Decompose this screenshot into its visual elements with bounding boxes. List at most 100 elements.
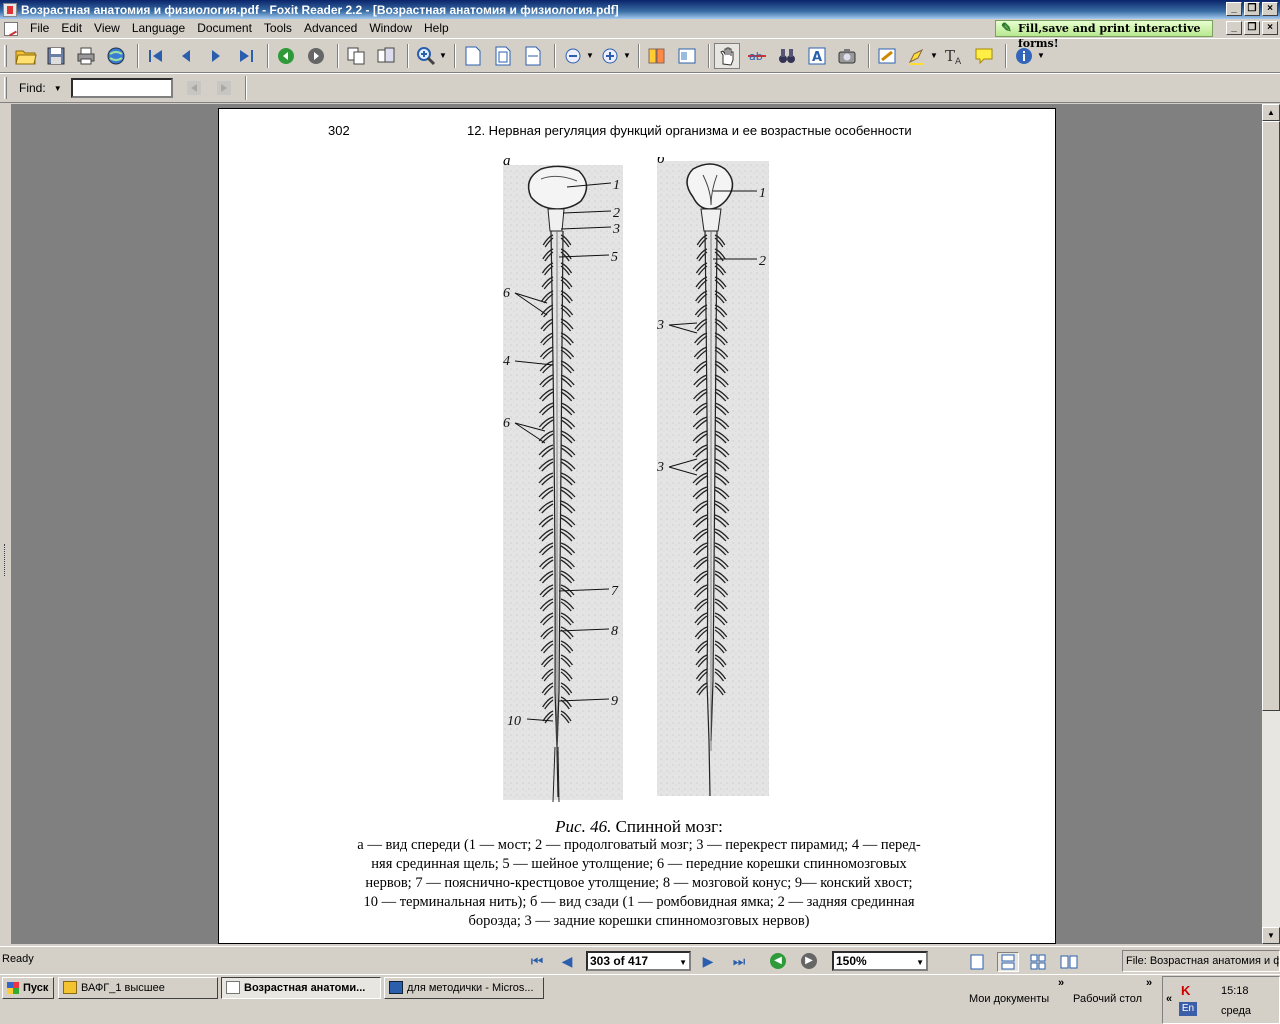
bookmarks-button[interactable] [644,43,670,69]
menu-view[interactable]: View [88,19,126,38]
status-prev-page-button[interactable]: ◀ [557,952,577,970]
pdf-page[interactable]: 302 12. Нервная регуляция функций органи… [218,108,1056,944]
info-icon [1016,47,1032,64]
fill-forms-banner[interactable]: Fill,save and print interactive forms! [995,20,1213,50]
cover-layout-button[interactable] [1058,952,1080,972]
page-number-field[interactable]: 303 of 417 ▼ [586,951,691,971]
last-page-button[interactable] [233,43,259,69]
status-forward-button[interactable]: ▶ [801,953,817,969]
zoom-out-button[interactable] [560,43,586,69]
menu-window[interactable]: Window [363,19,418,38]
doc-close-button[interactable]: × [1262,21,1278,35]
taskbar-item-folder[interactable]: ВАФГ_1 высшее [58,977,218,999]
zoom-level-field[interactable]: 150% ▼ [832,951,928,971]
thumbnails-button[interactable] [674,43,700,69]
start-button[interactable]: Пуск [2,977,54,999]
next-page-button[interactable] [203,43,229,69]
go-forward-button[interactable] [303,43,329,69]
status-back-button[interactable]: ◀ [770,953,786,969]
facing-layout-button[interactable] [1027,952,1049,972]
document-icon[interactable] [4,21,18,36]
find-input[interactable] [70,78,173,98]
menu-document[interactable]: Document [191,19,258,38]
go-back-button[interactable] [273,43,299,69]
taskbar-item-foxit[interactable]: Возрастная анатоми... [221,977,381,999]
desktop-link[interactable]: Рабочий стол [1073,993,1142,1005]
camera-icon [838,48,856,63]
zoom-out-dropdown-arrow[interactable]: ▼ [586,51,594,60]
status-first-page-button[interactable]: ⏮ [527,952,547,970]
menu-edit[interactable]: Edit [55,19,88,38]
close-button[interactable]: × [1262,2,1278,16]
menu-advanced[interactable]: Advanced [298,19,363,38]
status-next-page-button[interactable]: ▶ [698,952,718,970]
callout-a-6-lower: 6 [503,416,510,431]
clock-time[interactable]: 15:18 [1221,985,1249,997]
quick-launch-expand-2[interactable]: » [1146,977,1152,989]
find-button[interactable] [774,43,800,69]
vertical-scrollbar[interactable]: ▲ ▼ [1262,104,1280,944]
minimize-button[interactable]: _ [1226,2,1242,16]
text-tool-button[interactable]: TA [941,43,967,69]
prev-page-icon [182,49,190,62]
find-previous-button[interactable] [181,75,207,101]
toolbar-grip[interactable] [4,44,7,67]
info-dropdown-arrow[interactable]: ▼ [1037,51,1045,60]
typewriter-button[interactable]: A [804,43,830,69]
language-indicator[interactable]: En [1179,1002,1197,1016]
svg-text:T: T [945,47,955,65]
hand-tool-button[interactable] [714,42,740,69]
doc-restore-button[interactable]: ❐ [1244,21,1260,35]
paste-button[interactable] [373,43,399,69]
scroll-up-button[interactable]: ▲ [1262,104,1280,121]
highlight-button[interactable] [904,43,930,69]
open-button[interactable] [13,43,39,69]
menu-file[interactable]: File [24,19,55,38]
zoom-level-dropdown-arrow[interactable]: ▼ [916,955,924,971]
single-page-icon [970,954,984,970]
note-button[interactable] [971,43,997,69]
zoom-in-button[interactable] [413,43,439,69]
status-last-page-button[interactable]: ⏭ [729,952,749,970]
actual-size-button[interactable] [460,43,486,69]
single-page-layout-button[interactable] [966,952,988,972]
select-text-button[interactable]: ab [744,43,770,69]
antivirus-icon[interactable]: K [1181,983,1190,998]
info-button[interactable] [1011,43,1037,69]
scroll-down-button[interactable]: ▼ [1262,927,1280,944]
menu-help[interactable]: Help [418,19,455,38]
toolbar-grip[interactable] [4,77,7,99]
highlight-dropdown-arrow[interactable]: ▼ [930,51,938,60]
foxit-app-icon[interactable] [3,2,17,17]
prev-page-button[interactable] [173,43,199,69]
taskbar-item-word[interactable]: для методички - Micros... [384,977,544,999]
maximize-button[interactable]: ❐ [1244,2,1260,16]
fit-page-button[interactable] [490,43,516,69]
navigation-panel-collapsed[interactable] [0,104,12,944]
print-button[interactable] [73,43,99,69]
continuous-layout-button[interactable] [997,952,1019,972]
fit-width-button[interactable] [520,43,546,69]
menu-language[interactable]: Language [126,19,191,38]
scroll-thumb[interactable] [1262,121,1280,711]
zoom-in-small-button[interactable] [597,43,623,69]
my-documents-link[interactable]: Мои документы [969,993,1049,1005]
save-button[interactable] [43,43,69,69]
panel-resize-handle[interactable] [4,544,7,576]
first-page-button[interactable] [143,43,169,69]
page-dropdown-arrow[interactable]: ▼ [679,955,687,971]
copy-button[interactable] [343,43,369,69]
doc-minimize-button[interactable]: _ [1226,21,1242,35]
panel-label-b: б [657,157,665,167]
email-button[interactable] [103,43,129,69]
snapshot-button[interactable] [834,43,860,69]
find-next-button[interactable] [211,75,237,101]
menu-tools[interactable]: Tools [258,19,298,38]
comment-button[interactable] [874,43,900,69]
title-bar[interactable]: Возрастная анатомия и физиология.pdf - F… [0,0,1280,19]
zoom-in-dropdown-arrow[interactable]: ▼ [623,51,631,60]
panel-label-a: а [503,157,511,169]
quick-launch-expand-1[interactable]: » [1058,977,1064,989]
zoom-dropdown-arrow[interactable]: ▼ [439,51,447,60]
find-options-arrow[interactable]: ▼ [54,84,62,93]
